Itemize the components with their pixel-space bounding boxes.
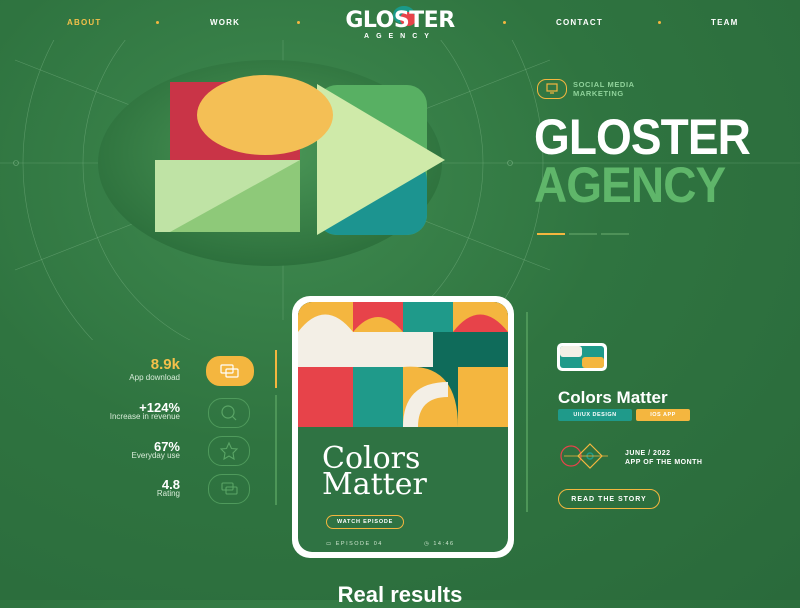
chat-icon[interactable] [208,474,250,504]
nav-item-team[interactable]: TEAM [711,18,738,27]
stat-label: Everyday use [131,451,180,460]
slider-indicator-active[interactable] [537,233,565,235]
nav-dot [297,21,300,24]
nav-item-about[interactable]: ABOUT [67,18,101,27]
nav-item-contact[interactable]: CONTACT [556,18,603,27]
phone-title: Colors Matter [322,444,427,502]
episode-text: EPISODE 04 [335,541,383,547]
nav-dot [156,21,159,24]
stat-value: 8.9k [150,356,180,373]
star-icon[interactable] [208,436,250,466]
stat-label: Increase in revenue [109,412,180,421]
award-title: APP OF THE MONTH [625,459,703,466]
logo-sub-text: AGENCY [364,33,436,40]
phone-edge [526,312,528,512]
duration-text: 14:46 [433,541,455,547]
section-title: Real results [337,582,463,607]
search-icon[interactable] [208,398,250,428]
phone-screen: Colors Matter WATCH EPISODE ▭ EPISODE 04… [298,302,508,552]
agency-logo[interactable]: GLOSTER AGENCY [340,6,460,44]
watch-episode-button[interactable]: WATCH EPISODE [326,515,405,529]
hero-title-line1: GLOSTER [534,109,751,165]
phone-mockup[interactable]: Colors Matter WATCH EPISODE ▭ EPISODE 04… [292,296,514,558]
award-icon [560,443,608,469]
app-thumbnail[interactable] [557,343,607,371]
nav-dot [658,21,661,24]
card-title: Colors Matter [558,388,668,407]
screen-icon [537,79,567,99]
stats-divider [275,395,277,505]
chip-ios[interactable]: IOS APP [636,409,690,421]
slider-indicator[interactable] [601,233,629,235]
logo-main-text: GLOSTER [345,8,455,33]
hero-title-line2: AGENCY [534,157,726,213]
episode-label: ▭ EPISODE 04 [326,541,383,547]
hero-artwork [98,60,445,266]
hero-tag: SOCIAL MEDIA MARKETING [573,80,635,98]
stat-label: App download [129,373,180,382]
duration-label: ◷ 14:46 [424,541,455,547]
chat-icon[interactable] [206,356,254,386]
pattern-artwork [298,302,508,427]
nav-item-work[interactable]: WORK [210,18,240,27]
award-text: JUNE / 2022 APP OF THE MONTH [625,449,702,467]
stat-label: Rating [156,489,180,498]
phone-title-line2: Matter [322,467,427,502]
slider-indicator[interactable] [569,233,597,235]
chip-uiux[interactable]: UI/UX DESIGN [558,409,632,421]
nav-dot [503,21,506,24]
read-story-button[interactable]: READ THE STORY [558,489,660,509]
award-date: JUNE / 2022 [625,450,671,457]
stats-divider [275,350,277,388]
